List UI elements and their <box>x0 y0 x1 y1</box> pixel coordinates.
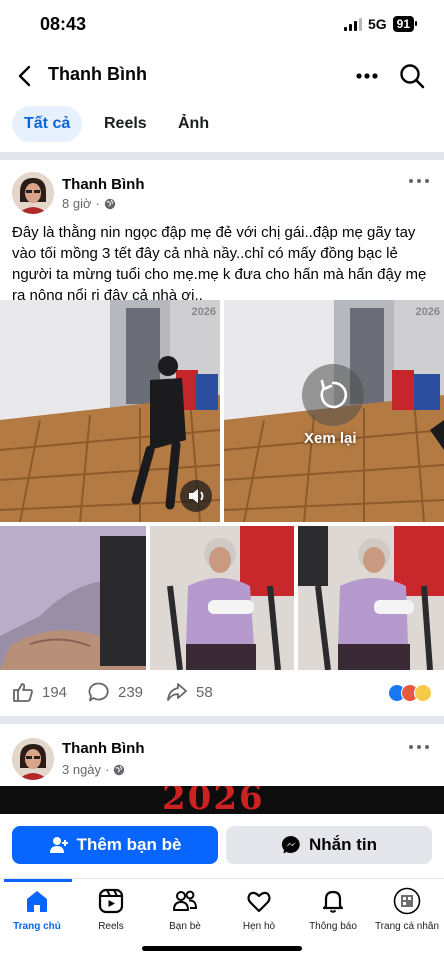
replay-label: Xem lại <box>304 430 357 447</box>
globe-icon <box>104 198 116 209</box>
video-tile-replay[interactable]: 2026 Xem lại <box>224 300 444 522</box>
reels-icon <box>98 888 124 914</box>
back-arrow-icon[interactable] <box>14 62 38 90</box>
sad-reaction-icon <box>414 684 432 702</box>
avatar[interactable] <box>12 172 54 214</box>
replay-icon <box>320 379 348 409</box>
reaction-summary[interactable] <box>388 684 432 702</box>
profile-tabs: Tất cả Reels Ảnh <box>0 102 444 148</box>
nav-notifications[interactable]: Thông báo <box>296 887 370 932</box>
share-icon <box>167 683 187 701</box>
nav-home[interactable]: Trang chủ <box>0 887 74 932</box>
post-media-grid: 2026 2026 Xem lại <box>0 300 444 670</box>
photo-tile[interactable] <box>150 526 294 670</box>
messenger-icon <box>281 835 300 854</box>
message-label: Nhắn tin <box>309 835 377 854</box>
post-time: 8 giờ <box>62 196 92 211</box>
message-button[interactable]: Nhắn tin <box>226 826 432 864</box>
friends-icon <box>173 890 198 911</box>
speaker-icon <box>189 489 204 503</box>
share-button[interactable]: 58 <box>166 682 213 702</box>
nav-home-label: Trang chủ <box>13 921 61 932</box>
comment-icon <box>88 682 109 702</box>
post-more-icon[interactable] <box>408 742 430 752</box>
post-header: Thanh Bình 8 giờ · <box>0 160 444 216</box>
more-options-icon[interactable] <box>354 64 380 88</box>
like-icon <box>13 683 33 702</box>
like-button[interactable]: 194 <box>12 682 67 702</box>
post-time: 3 ngày <box>62 762 102 777</box>
tab-all[interactable]: Tất cả <box>12 106 83 142</box>
post-author[interactable]: Thanh Bình <box>62 176 145 193</box>
profile-header: Thanh Bình <box>0 50 444 102</box>
signal-icon <box>343 17 362 31</box>
replay-button[interactable] <box>302 364 364 426</box>
add-friend-label: Thêm bạn bè <box>76 835 182 854</box>
active-tab-indicator <box>4 879 72 882</box>
search-icon[interactable] <box>398 62 426 90</box>
status-time: 08:43 <box>40 14 87 34</box>
post-media-banner[interactable]: 2026 <box>0 786 444 814</box>
video-watermark: 2026 <box>415 306 440 318</box>
photo-tile[interactable] <box>298 526 444 670</box>
banner-text: 2026 <box>162 786 265 814</box>
dating-heart-icon <box>247 891 271 913</box>
profile-cta-bar: Thêm bạn bè Nhắn tin <box>0 814 444 880</box>
tab-reels[interactable]: Reels <box>92 106 159 142</box>
nav-profile[interactable]: Trang cá nhân <box>370 887 444 932</box>
home-indicator <box>142 946 302 951</box>
nav-reels[interactable]: Reels <box>74 887 148 932</box>
post-meta: 8 giờ · <box>62 196 116 211</box>
nav-reels-label: Reels <box>98 921 124 932</box>
nav-dating-label: Hẹn hò <box>242 921 276 932</box>
video-tile[interactable]: 2026 <box>0 300 220 522</box>
add-friend-icon <box>49 837 68 853</box>
video-watermark: 2026 <box>191 306 216 318</box>
bell-icon <box>322 890 344 913</box>
nav-dating[interactable]: Hẹn hò <box>222 887 296 932</box>
status-bar: 08:43 5G 91 <box>0 0 444 50</box>
home-icon <box>27 891 47 912</box>
comment-count: 239 <box>118 683 144 701</box>
header-title: Thanh Bình <box>48 64 147 84</box>
globe-icon <box>114 764 125 775</box>
avatar[interactable] <box>12 738 54 780</box>
sound-toggle[interactable] <box>180 480 212 512</box>
post-meta: 3 ngày · <box>62 762 125 777</box>
like-count: 194 <box>42 683 68 701</box>
post-author[interactable]: Thanh Bình <box>62 740 145 757</box>
add-friend-button[interactable]: Thêm bạn bè <box>12 826 218 864</box>
post: Thanh Bình 3 ngày · <box>0 724 444 790</box>
nav-notifications-label: Thông báo <box>309 921 357 932</box>
tab-photos[interactable]: Ảnh <box>166 106 221 142</box>
status-icons: 5G 91 <box>343 16 418 32</box>
battery-icon: 91 <box>392 16 418 32</box>
nav-profile-label: Trang cá nhân <box>374 921 440 932</box>
photo-tile[interactable] <box>0 526 146 670</box>
post-actions: 194 239 58 <box>0 670 444 716</box>
comment-button[interactable]: 239 <box>88 682 143 702</box>
post: Thanh Bình 8 giờ · Đây là thằng nin ngọc… <box>0 160 444 724</box>
share-count: 58 <box>196 683 213 701</box>
post-more-icon[interactable] <box>408 176 430 186</box>
post-text: Đây là thằng nin ngọc đập mẹ đẻ với chị … <box>12 224 427 304</box>
nav-friends[interactable]: Bạn bè <box>148 887 222 932</box>
profile-icon <box>393 887 421 915</box>
network-type: 5G <box>367 16 387 32</box>
nav-friends-label: Bạn bè <box>169 921 201 932</box>
section-divider <box>0 152 444 160</box>
section-divider <box>0 716 444 724</box>
